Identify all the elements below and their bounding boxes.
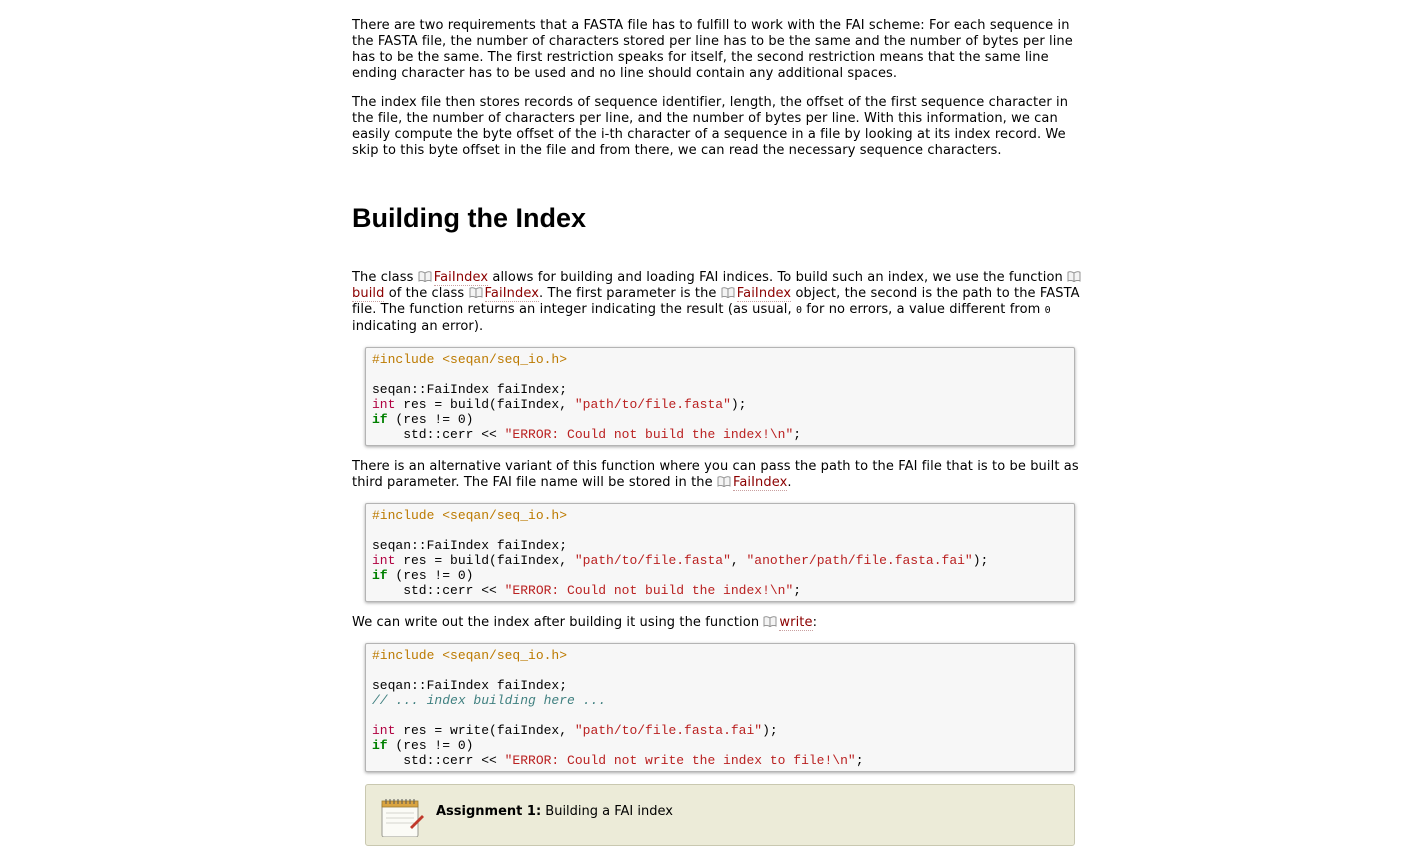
code-decl: seqan::FaiIndex faiIndex; — [372, 382, 568, 397]
assignment-box: Assignment 1: Building a FAI index — [365, 784, 1075, 846]
notepad-icon — [381, 799, 424, 837]
intro-paragraph-2: The index file then stores records of se… — [352, 95, 1069, 158]
code-string: "another/path/file.fasta.fai" — [746, 553, 973, 568]
book-icon — [469, 287, 483, 298]
assignment-label: Assignment 1: — [436, 804, 542, 819]
code-line: if (res != 0) — [372, 568, 1068, 583]
text-segment: . The first parameter is the — [539, 286, 721, 301]
code-keyword-if: if — [372, 568, 388, 583]
code-line: #include <seqan/seq_io.h> — [372, 508, 1068, 523]
code-line: if (res != 0) — [372, 738, 1068, 753]
code-line: if (res != 0) — [372, 412, 1068, 427]
link-faiindex[interactable]: FaiIndex — [736, 286, 792, 302]
code-punct: ); — [972, 553, 989, 568]
code-punct: , — [730, 553, 747, 568]
code-string: "ERROR: Could not write the index to fil… — [504, 753, 856, 768]
code-punct: ); — [730, 397, 747, 412]
code-block-build-with-fai-path: #include <seqan/seq_io.h>seqan::FaiIndex… — [365, 503, 1075, 602]
paragraph-build-description: The class FaiIndex allows for building a… — [352, 270, 1085, 335]
code-include: #include <seqan/seq_io.h> — [372, 648, 568, 663]
code-punct: ; — [855, 753, 864, 768]
code-block-write: #include <seqan/seq_io.h>seqan::FaiIndex… — [365, 643, 1075, 772]
code-keyword-if: if — [372, 738, 388, 753]
code-line: std::cerr << "ERROR: Could not build the… — [372, 583, 1068, 598]
link-write[interactable]: write — [779, 615, 813, 631]
code-call: res = build(faiIndex, — [395, 397, 575, 412]
code-line: int res = build(faiIndex, "path/to/file.… — [372, 397, 1068, 412]
main-content: There are two requirements that a FASTA … — [352, 18, 1085, 846]
section-heading: Building the Index — [352, 203, 586, 233]
code-include: #include <seqan/seq_io.h> — [372, 508, 568, 523]
code-cerr: std::cerr << — [372, 427, 505, 442]
code-decl: seqan::FaiIndex faiIndex; — [372, 538, 568, 553]
book-icon — [721, 287, 735, 298]
code-punct: ); — [762, 723, 778, 738]
code-keyword-if: if — [372, 412, 388, 427]
paragraph-write-description: We can write out the index after buildin… — [352, 615, 1085, 631]
paragraph-alternative-variant: There is an alternative variant of this … — [352, 459, 1085, 491]
code-comment: // ... index building here ... — [372, 693, 607, 708]
assignment-name: Building a FAI index — [541, 804, 673, 819]
code-condition: (res != 0) — [387, 412, 474, 427]
link-faiindex[interactable]: FaiIndex — [433, 270, 489, 286]
code-include: #include <seqan/seq_io.h> — [372, 352, 568, 367]
code-line: seqan::FaiIndex faiIndex; — [372, 678, 1068, 693]
link-faiindex[interactable]: FaiIndex — [732, 475, 788, 491]
code-string: "path/to/file.fasta" — [574, 553, 731, 568]
code-line: int res = build(faiIndex, "path/to/file.… — [372, 553, 1068, 568]
book-icon — [763, 616, 777, 627]
code-string: "ERROR: Could not build the index!\n" — [504, 583, 794, 598]
code-condition: (res != 0) — [387, 568, 474, 583]
code-line: int res = write(faiIndex, "path/to/file.… — [372, 723, 1068, 738]
text-segment: The class — [352, 270, 418, 285]
code-condition: (res != 0) — [387, 738, 474, 753]
text-segment: allows for building and loading FAI indi… — [488, 270, 1068, 285]
book-icon — [717, 476, 731, 487]
code-cerr: std::cerr << — [372, 583, 505, 598]
code-line: #include <seqan/seq_io.h> — [372, 648, 1068, 663]
code-call: res = build(faiIndex, — [395, 553, 575, 568]
text-segment: for no errors, a value different from — [802, 302, 1045, 317]
assignment-title: Assignment 1: Building a FAI index — [436, 804, 673, 819]
code-line: #include <seqan/seq_io.h> — [372, 352, 1068, 367]
code-call: res = write(faiIndex, — [395, 723, 575, 738]
intro-paragraph-1: There are two requirements that a FASTA … — [352, 18, 1073, 81]
text-segment: indicating an error). — [352, 319, 484, 334]
text-segment: : — [812, 615, 818, 630]
text-segment: We can write out the index after buildin… — [352, 615, 764, 630]
code-punct: ; — [793, 583, 802, 598]
code-cerr: std::cerr << — [372, 753, 505, 768]
code-keyword-int: int — [372, 723, 396, 738]
text-segment: . — [787, 475, 792, 490]
code-line: std::cerr << "ERROR: Could not build the… — [372, 427, 1068, 442]
literal-zero: 0 — [1044, 305, 1051, 316]
code-keyword-int: int — [372, 397, 396, 412]
text-segment: of the class — [384, 286, 469, 301]
code-string: "path/to/file.fasta" — [574, 397, 731, 412]
text-segment: There is an alternative variant of this … — [352, 459, 1079, 490]
code-punct: ; — [793, 427, 802, 442]
code-block-build: #include <seqan/seq_io.h>seqan::FaiIndex… — [365, 347, 1075, 446]
book-icon — [418, 271, 432, 282]
code-keyword-int: int — [372, 553, 396, 568]
link-faiindex[interactable]: FaiIndex — [484, 286, 539, 302]
book-icon — [1067, 271, 1081, 282]
code-decl: seqan::FaiIndex faiIndex; — [372, 678, 568, 693]
code-string: "ERROR: Could not build the index!\n" — [504, 427, 794, 442]
code-line: seqan::FaiIndex faiIndex; — [372, 538, 1068, 553]
code-line: std::cerr << "ERROR: Could not write the… — [372, 753, 1068, 768]
link-build[interactable]: build — [352, 286, 385, 302]
code-line: seqan::FaiIndex faiIndex; — [372, 382, 1068, 397]
code-string: "path/to/file.fasta.fai" — [574, 723, 763, 738]
code-line: // ... index building here ... — [372, 693, 1068, 708]
